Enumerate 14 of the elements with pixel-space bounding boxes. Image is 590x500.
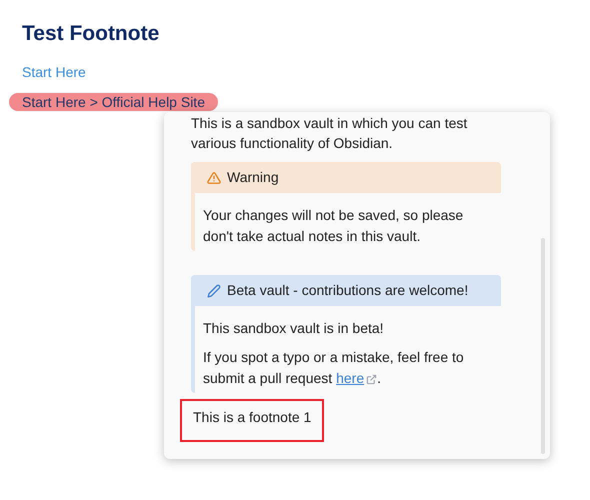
- callout-title: Beta vault - contributions are welcome!: [227, 281, 468, 300]
- here-link[interactable]: here: [336, 370, 364, 386]
- intro-text: This is a sandbox vault in which you can test various functionality of Obsidian.: [191, 114, 468, 153]
- callout-text: This sandbox vault is in beta!: [203, 319, 385, 338]
- warning-icon: [207, 170, 221, 184]
- callout-text: Your changes will not be saved, so please don't take actual notes in this vault.: [203, 206, 464, 246]
- breadcrumb-link[interactable]: Start Here > Official Help Site: [9, 92, 218, 110]
- callout-title: Warning: [227, 168, 279, 187]
- pencil-icon: [207, 284, 221, 298]
- start-here-link[interactable]: Start Here: [22, 62, 86, 82]
- footnote-text: This is a footnote 1: [193, 409, 312, 425]
- callout-text: If you spot a typo or a mistake, feel free to submit a pull request here .: [203, 348, 465, 388]
- external-link-icon: [366, 374, 378, 385]
- page-title: Test Footnote: [22, 21, 160, 47]
